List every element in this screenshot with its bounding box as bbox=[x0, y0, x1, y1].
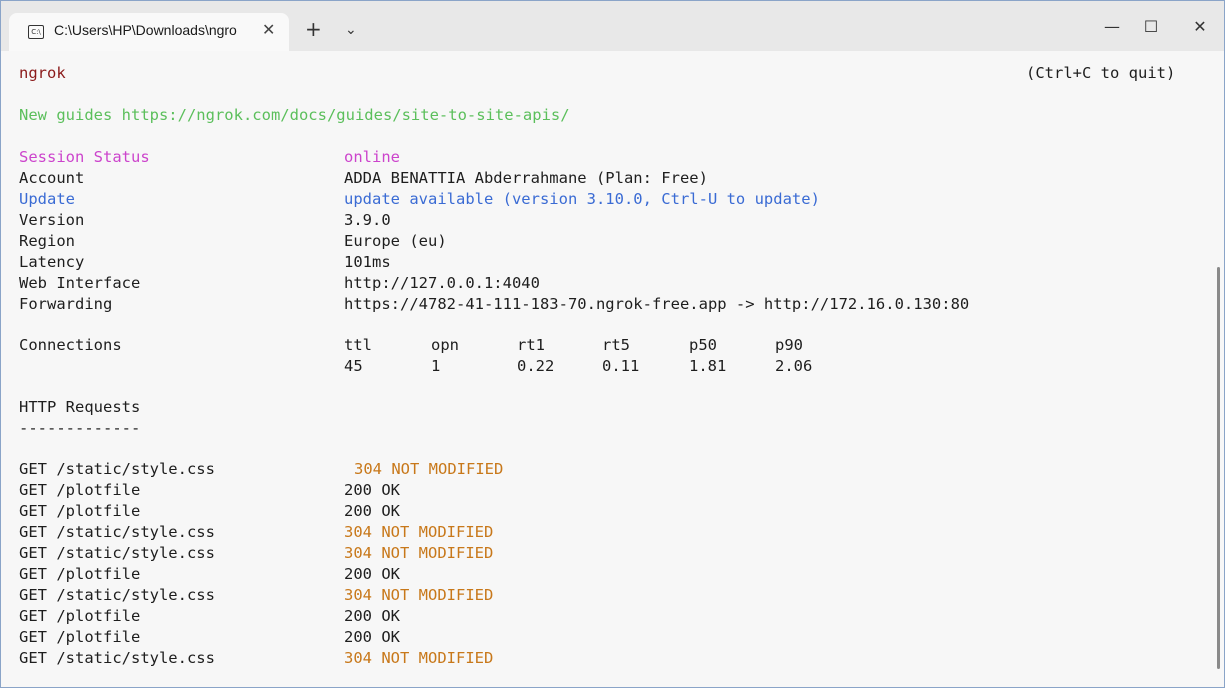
web-interface-value: http://127.0.0.1:4040 bbox=[344, 274, 540, 292]
request-line: GET /static/style.css bbox=[19, 649, 215, 667]
account-value: ADDA BENATTIA Abderrahmane (Plan: Free) bbox=[344, 169, 708, 187]
latency-label: Latency bbox=[19, 253, 85, 271]
account-label: Account bbox=[19, 169, 85, 187]
request-status: 200 OK bbox=[344, 481, 400, 499]
new-tab-button[interactable]: + bbox=[305, 19, 322, 39]
request-line: GET /static/style.css bbox=[19, 544, 215, 562]
terminal-output[interactable]: ngrok (Ctrl+C to quit) New guides https:… bbox=[1, 51, 1224, 687]
conn-value-p90: 2.06 bbox=[775, 357, 813, 375]
request-line: GET /plotfile bbox=[19, 628, 141, 646]
request-status: 304 NOT MODIFIED bbox=[344, 586, 494, 604]
version-label: Version bbox=[19, 211, 85, 229]
tab-title: C:\Users\HP\Downloads\ngro bbox=[54, 22, 237, 38]
request-line: GET /static/style.css bbox=[19, 586, 215, 604]
request-line: GET /static/style.css bbox=[19, 523, 215, 541]
connections-label: Connections bbox=[19, 336, 122, 354]
close-button[interactable]: ✕ bbox=[1185, 15, 1215, 39]
request-status: 200 OK bbox=[344, 502, 400, 520]
session-status-label: Session Status bbox=[19, 148, 150, 166]
http-requests-title: HTTP Requests bbox=[19, 398, 141, 416]
forwarding-label: Forwarding bbox=[19, 295, 113, 313]
request-line: GET /static/style.css bbox=[19, 460, 215, 478]
conn-value-p50: 1.81 bbox=[689, 357, 727, 375]
request-line: GET /plotfile bbox=[19, 502, 141, 520]
conn-value-ttl: 45 bbox=[344, 357, 363, 375]
app-name: ngrok bbox=[19, 64, 66, 82]
request-status: 304 NOT MODIFIED bbox=[344, 523, 494, 541]
conn-header-p50: p50 bbox=[689, 336, 717, 354]
minimize-button[interactable]: — bbox=[1097, 15, 1127, 39]
region-label: Region bbox=[19, 232, 75, 250]
vertical-scrollbar[interactable] bbox=[1217, 267, 1220, 669]
latency-value: 101ms bbox=[344, 253, 391, 271]
update-label: Update bbox=[19, 190, 75, 208]
conn-header-ttl: ttl bbox=[344, 336, 372, 354]
request-status: 200 OK bbox=[344, 628, 400, 646]
maximize-button[interactable]: ☐ bbox=[1136, 15, 1166, 39]
region-value: Europe (eu) bbox=[344, 232, 447, 250]
conn-header-p90: p90 bbox=[775, 336, 803, 354]
terminal-window: C:\ C:\Users\HP\Downloads\ngro ✕ + ⌄ — ☐… bbox=[0, 0, 1225, 688]
conn-header-rt1: rt1 bbox=[517, 336, 545, 354]
conn-value-rt5: 0.11 bbox=[602, 357, 640, 375]
session-status-value: online bbox=[344, 148, 400, 166]
forwarding-value: https://4782-41-111-183-70.ngrok-free.ap… bbox=[344, 295, 970, 313]
update-value: update available (version 3.10.0, Ctrl-U… bbox=[344, 190, 820, 208]
chevron-down-icon[interactable]: ⌄ bbox=[345, 22, 357, 38]
request-status: 304 NOT MODIFIED bbox=[354, 460, 504, 478]
request-line: GET /plotfile bbox=[19, 565, 141, 583]
conn-value-rt1: 0.22 bbox=[517, 357, 555, 375]
terminal-tab[interactable]: C:\ C:\Users\HP\Downloads\ngro ✕ bbox=[9, 13, 289, 51]
tab-close-icon[interactable]: ✕ bbox=[262, 20, 275, 39]
request-status: 200 OK bbox=[344, 565, 400, 583]
conn-header-rt5: rt5 bbox=[602, 336, 630, 354]
conn-value-opn: 1 bbox=[431, 357, 441, 375]
conn-header-opn: opn bbox=[431, 336, 459, 354]
title-bar: C:\ C:\Users\HP\Downloads\ngro ✕ + ⌄ — ☐… bbox=[1, 1, 1224, 51]
quit-hint: (Ctrl+C to quit) bbox=[1026, 64, 1176, 82]
http-requests-divider: ------------- bbox=[19, 419, 141, 437]
request-status: 304 NOT MODIFIED bbox=[344, 649, 494, 667]
version-value: 3.9.0 bbox=[344, 211, 391, 229]
request-status: 200 OK bbox=[344, 607, 400, 625]
terminal-icon: C:\ bbox=[28, 25, 44, 39]
web-interface-label: Web Interface bbox=[19, 274, 141, 292]
request-line: GET /plotfile bbox=[19, 607, 141, 625]
request-status: 304 NOT MODIFIED bbox=[344, 544, 494, 562]
guides-line: New guides https://ngrok.com/docs/guides… bbox=[19, 106, 570, 124]
request-line: GET /plotfile bbox=[19, 481, 141, 499]
